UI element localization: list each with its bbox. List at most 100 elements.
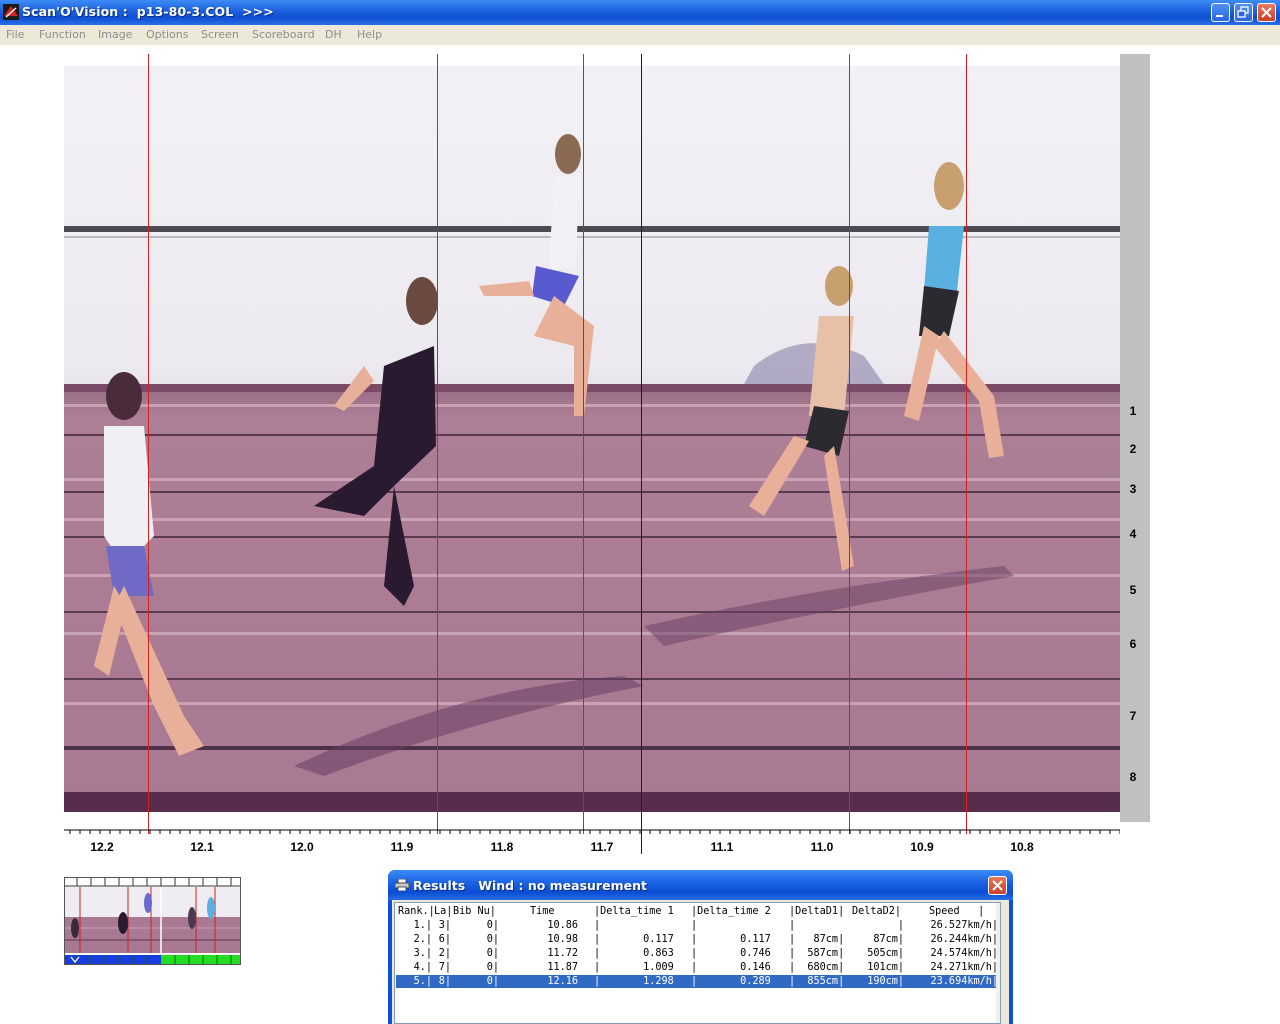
lane-number: 8 bbox=[1129, 770, 1137, 784]
menu-image[interactable]: Image bbox=[98, 28, 132, 41]
finish-marker-line[interactable] bbox=[583, 54, 584, 834]
results-cell-speed: 23.694km/h| bbox=[930, 976, 998, 987]
results-cell-bib: 0| bbox=[486, 920, 499, 931]
results-cell-lane: 8| bbox=[438, 976, 451, 987]
results-cell-dd2: 505cm| bbox=[867, 948, 904, 959]
results-cell-dd1: | 87cm| bbox=[789, 934, 845, 945]
printer-icon bbox=[395, 879, 409, 891]
results-cell-speed: 26.527km/h| bbox=[930, 920, 998, 931]
finish-marker-line[interactable] bbox=[437, 54, 438, 834]
header-deltad2: DeltaD2| bbox=[852, 906, 902, 917]
scanovision-logo-icon bbox=[3, 4, 19, 20]
menu-function[interactable]: Function bbox=[39, 28, 86, 41]
results-row[interactable]: 5.| 8| 0| 12.16 | 1.298 | 0.289 | 855cm| 190cm|… bbox=[396, 975, 999, 988]
overview-thumbnail-image bbox=[65, 878, 240, 964]
results-row[interactable]: 4.| 7| 0| 11.87 | 1.009 | 0.146 | 680cm| 101cm|… bbox=[396, 961, 999, 974]
time-scale-label: 11.1 bbox=[710, 840, 734, 854]
results-cell-d2: | 0.746 bbox=[691, 948, 771, 959]
finish-marker-line[interactable] bbox=[148, 54, 149, 834]
time-scale-label: 10.9 bbox=[910, 840, 934, 854]
menu-options[interactable]: Options bbox=[146, 28, 188, 41]
title-bar[interactable]: Scan'O'Vision : p13-80-3.COL >>> bbox=[0, 0, 1280, 25]
results-cell-d1: | 1.298 bbox=[594, 976, 674, 987]
time-scale-label: 12.0 bbox=[290, 840, 314, 854]
finish-marker-line[interactable] bbox=[966, 54, 967, 834]
results-cell-lane: 7| bbox=[438, 962, 451, 973]
results-close-button[interactable] bbox=[988, 876, 1007, 895]
results-cell-lane: 3| bbox=[438, 920, 451, 931]
results-cell-time: 11.87 bbox=[547, 962, 578, 973]
results-window[interactable]: Results Wind : no measurement Rank.| La|… bbox=[388, 870, 1013, 1024]
results-cell-dd2: 101cm| bbox=[867, 962, 904, 973]
close-button[interactable] bbox=[1257, 3, 1276, 22]
close-icon bbox=[992, 880, 1003, 891]
cursor-line[interactable] bbox=[641, 54, 642, 854]
overview-thumbnail[interactable] bbox=[64, 877, 241, 965]
close-icon bbox=[1261, 7, 1272, 18]
menu-bar: File Function Image Options Screen Score… bbox=[0, 25, 1280, 45]
results-cell-dd1: | 855cm| bbox=[789, 976, 845, 987]
photo-finish-image[interactable] bbox=[64, 66, 1120, 812]
lane-number: 4 bbox=[1129, 527, 1137, 541]
time-scale-label: 12.2 bbox=[90, 840, 114, 854]
time-scale-label: 10.8 bbox=[1010, 840, 1034, 854]
results-cell-rank: 3.| bbox=[413, 948, 432, 959]
results-cell-bib: 0| bbox=[486, 948, 499, 959]
header-delta2: |Delta_time 2 bbox=[691, 906, 771, 917]
results-cell-d1: | 1.009 bbox=[594, 962, 674, 973]
results-cell-time: 11.72 bbox=[547, 948, 578, 959]
header-bib: Bib Nu| bbox=[453, 906, 496, 917]
results-cell-d2: | 0.289 bbox=[691, 976, 771, 987]
results-body: Rank.| La| Bib Nu| Time |Delta_time 1 |D… bbox=[392, 900, 1009, 1024]
results-cell-d2: | bbox=[691, 920, 698, 931]
results-row[interactable]: 2.| 6| 0| 10.98 | 0.117 | 0.117 | 87cm| 87cm| 26… bbox=[396, 933, 999, 946]
header-time: Time bbox=[530, 906, 555, 917]
results-cell-d1: | bbox=[594, 920, 601, 931]
results-cell-d2: | 0.117 bbox=[691, 934, 771, 945]
results-cell-dd1: | 587cm| bbox=[789, 948, 845, 959]
restore-button[interactable] bbox=[1234, 3, 1253, 22]
lane-number: 1 bbox=[1129, 404, 1137, 418]
time-scale-label: 11.8 bbox=[490, 840, 514, 854]
results-cell-dd2: | bbox=[897, 920, 904, 931]
results-row[interactable]: 1.| 3| 0| 10.86 | | | | 26.527km/h| bbox=[396, 919, 999, 932]
menu-dh[interactable]: DH bbox=[325, 28, 342, 41]
results-cell-speed: 26.244km/h| bbox=[930, 934, 998, 945]
menu-screen[interactable]: Screen bbox=[201, 28, 239, 41]
results-cell-bib: 0| bbox=[486, 962, 499, 973]
results-cell-bib: 0| bbox=[486, 976, 499, 987]
results-title-bar[interactable]: Results Wind : no measurement bbox=[388, 870, 1013, 900]
lane-number: 7 bbox=[1129, 709, 1137, 723]
results-row[interactable]: 3.| 2| 0| 11.72 | 0.863 | 0.746 | 587cm| 505cm|… bbox=[396, 947, 999, 960]
results-scrollbar[interactable] bbox=[996, 903, 1000, 1023]
lane-number: 6 bbox=[1129, 637, 1137, 651]
results-cell-rank: 4.| bbox=[413, 962, 432, 973]
menu-scoreboard[interactable]: Scoreboard bbox=[252, 28, 315, 41]
results-cell-time: 12.16 bbox=[547, 976, 578, 987]
restore-icon bbox=[1237, 6, 1249, 18]
header-deltad1: |DeltaD1| bbox=[789, 906, 845, 917]
time-scale-label: 12.1 bbox=[190, 840, 214, 854]
time-scale-label: 11.0 bbox=[810, 840, 834, 854]
header-lane: La| bbox=[434, 906, 453, 917]
header-rank: Rank.| bbox=[398, 906, 435, 917]
results-cell-speed: 24.574km/h| bbox=[930, 948, 998, 959]
results-cell-d1: | 0.117 bbox=[594, 934, 674, 945]
finish-marker-line[interactable] bbox=[849, 54, 850, 834]
results-cell-d2: | 0.146 bbox=[691, 962, 771, 973]
header-delta1: |Delta_time 1 bbox=[594, 906, 674, 917]
athletes-silhouettes bbox=[94, 134, 1014, 776]
header-speed: Speed | bbox=[929, 906, 985, 917]
minimize-button[interactable] bbox=[1211, 3, 1230, 22]
results-list[interactable]: Rank.| La| Bib Nu| Time |Delta_time 1 |D… bbox=[394, 902, 1001, 1024]
results-cell-time: 10.86 bbox=[547, 920, 578, 931]
results-cell-rank: 2.| bbox=[413, 934, 432, 945]
results-cell-time: 10.98 bbox=[547, 934, 578, 945]
menu-help[interactable]: Help bbox=[357, 28, 382, 41]
results-cell-dd2: 190cm| bbox=[867, 976, 904, 987]
lane-number: 5 bbox=[1129, 583, 1137, 597]
results-cell-d1: | 0.863 bbox=[594, 948, 674, 959]
menu-file[interactable]: File bbox=[6, 28, 24, 41]
lane-number: 3 bbox=[1129, 482, 1137, 496]
results-cell-lane: 2| bbox=[438, 948, 451, 959]
